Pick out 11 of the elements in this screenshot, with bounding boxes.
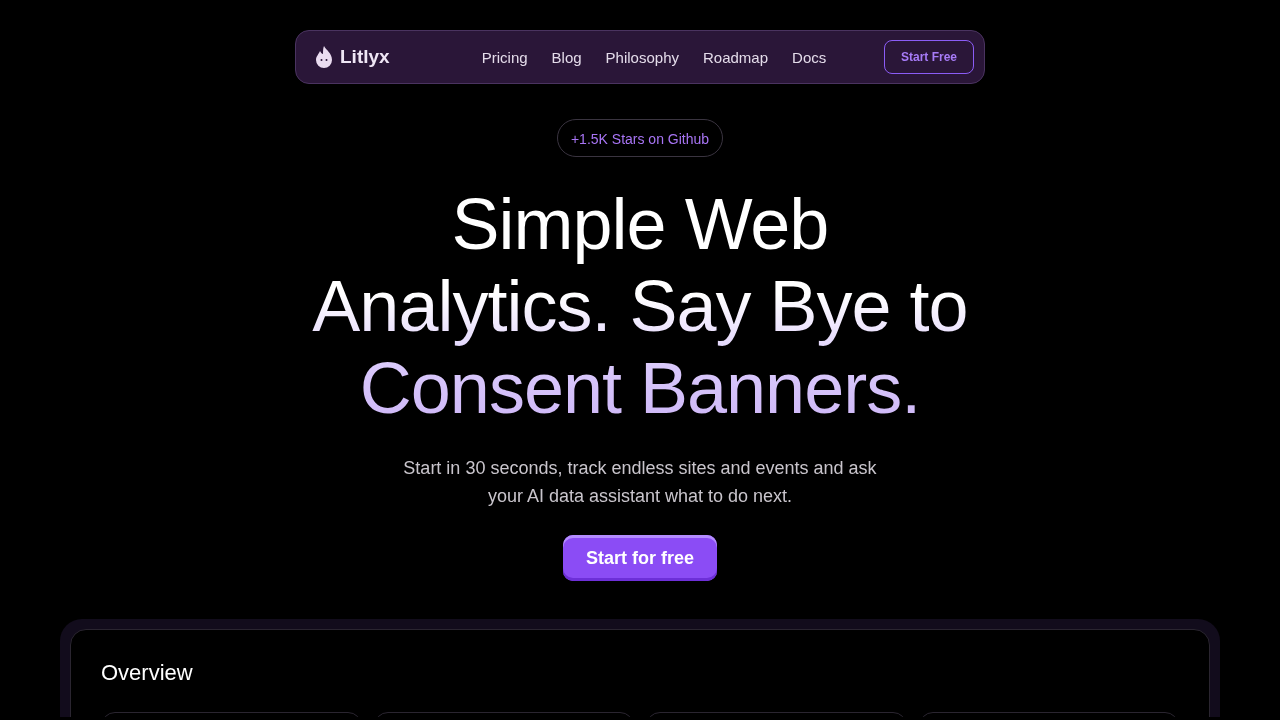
overview-title: Overview — [101, 660, 194, 686]
start-for-free-button[interactable]: Start for free — [563, 535, 717, 581]
logo-text[interactable]: Litlyx — [340, 46, 390, 68]
nav-link[interactable]: Roadmap — [703, 48, 769, 66]
nav-link[interactable]: Philosophy — [605, 48, 679, 66]
nav-link[interactable]: Pricing — [481, 48, 528, 66]
nav-link[interactable]: Docs — [792, 48, 827, 66]
hero-subtitle: Start in 30 seconds, track endless sites and events and ask your AI data assistant what to do next. — [402, 457, 878, 508]
flame-mascot-icon — [314, 45, 334, 69]
start-free-button[interactable]: Start Free — [883, 40, 974, 74]
nav-link[interactable]: Blog — [551, 48, 582, 66]
